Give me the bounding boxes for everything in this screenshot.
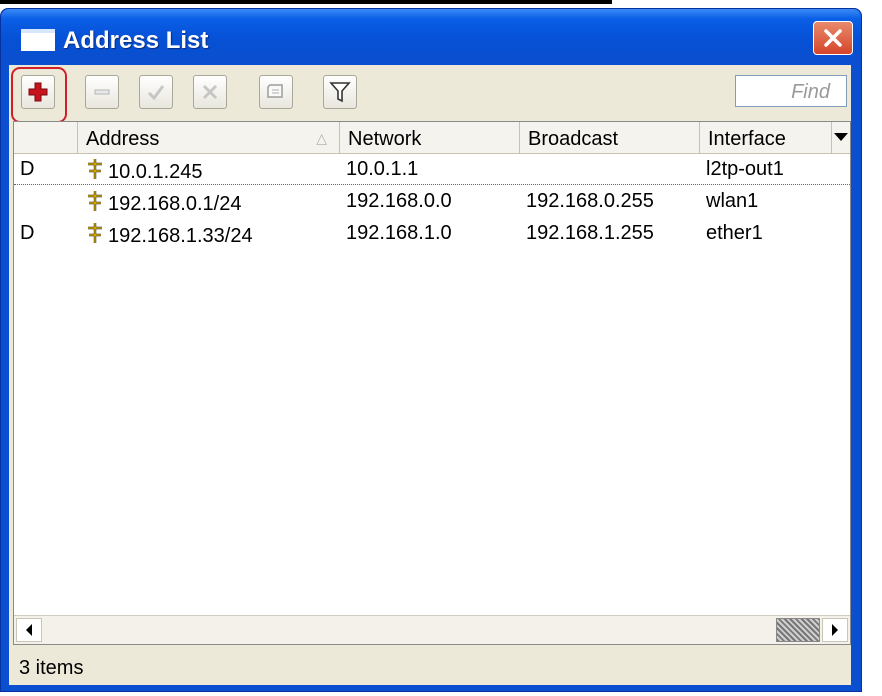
cell-address: 10.0.1.245 xyxy=(78,154,340,186)
status-bar-count: 3 items xyxy=(19,657,84,679)
address-list-window: Address List Find Address △ Network Broa… xyxy=(0,8,862,692)
horizontal-scrollbar[interactable] xyxy=(14,615,850,644)
top-edge-line xyxy=(0,0,612,4)
remove-button[interactable] xyxy=(85,75,119,109)
window-client-area: Find Address △ Network Broadcast Interfa… xyxy=(9,65,851,685)
disable-button[interactable] xyxy=(193,75,227,109)
check-icon xyxy=(147,85,165,101)
window-title: Address List xyxy=(63,27,209,54)
cell-address-text: 192.168.1.33/24 xyxy=(108,225,253,247)
cell-network: 192.168.0.0 xyxy=(346,190,452,212)
add-button[interactable] xyxy=(21,75,55,109)
cell-flag: D xyxy=(20,222,35,244)
cell-broadcast: 192.168.0.255 xyxy=(526,190,654,212)
chevron-down-icon xyxy=(834,133,848,141)
column-chooser-button[interactable] xyxy=(832,122,850,154)
find-input[interactable]: Find xyxy=(735,75,847,107)
cell-flag: D xyxy=(20,158,35,180)
cross-icon xyxy=(202,84,218,100)
scroll-left-button[interactable] xyxy=(16,618,42,642)
cell-broadcast: 192.168.1.255 xyxy=(526,222,654,244)
address-icon xyxy=(88,191,102,211)
filter-icon xyxy=(329,82,351,103)
scroll-thumb[interactable] xyxy=(776,618,820,642)
column-header-broadcast[interactable]: Broadcast xyxy=(520,122,700,154)
column-header-network[interactable]: Network xyxy=(340,122,520,154)
chevron-right-icon xyxy=(832,624,838,636)
minus-icon xyxy=(94,89,110,95)
address-icon xyxy=(88,223,102,243)
cell-address-text: 192.168.0.1/24 xyxy=(108,193,242,215)
cell-interface: ether1 xyxy=(706,222,763,244)
close-button[interactable] xyxy=(813,21,853,55)
row-focus-divider xyxy=(14,184,850,185)
cell-interface: wlan1 xyxy=(706,190,759,212)
table-row[interactable]: D 192.168.1.33/24 192.168.1.0 192.168.1.… xyxy=(14,218,850,250)
close-icon xyxy=(824,29,842,47)
cell-address: 192.168.1.33/24 xyxy=(78,218,340,250)
column-header-address[interactable]: Address △ xyxy=(78,122,340,154)
scroll-right-button[interactable] xyxy=(822,618,848,642)
cell-address: 192.168.0.1/24 xyxy=(78,186,340,218)
add-icon xyxy=(28,82,48,102)
sort-ascending-icon: △ xyxy=(316,130,327,146)
table-row[interactable]: 192.168.0.1/24 192.168.0.0 192.168.0.255… xyxy=(14,186,850,218)
comment-button[interactable] xyxy=(259,75,293,109)
cell-network: 192.168.1.0 xyxy=(346,222,452,244)
title-bar[interactable]: Address List xyxy=(1,9,861,59)
filter-button[interactable] xyxy=(323,75,357,109)
enable-button[interactable] xyxy=(139,75,173,109)
cell-address-text: 10.0.1.245 xyxy=(108,161,203,183)
cell-broadcast xyxy=(520,154,700,186)
chevron-left-icon xyxy=(26,624,32,636)
toolbar: Find xyxy=(9,65,851,123)
window-icon xyxy=(21,29,55,51)
address-icon xyxy=(88,159,102,179)
cell-interface: l2tp-out1 xyxy=(706,158,784,180)
column-header-address-label: Address xyxy=(86,128,160,150)
cell-flag xyxy=(14,186,78,218)
address-table: Address △ Network Broadcast Interface D … xyxy=(13,121,851,645)
comment-icon xyxy=(267,84,283,98)
table-row[interactable]: D 10.0.1.245 10.0.1.1 l2tp-out1 xyxy=(14,154,850,186)
cell-network: 10.0.1.1 xyxy=(346,158,419,180)
column-header-interface[interactable]: Interface xyxy=(700,122,832,154)
column-header-flags[interactable] xyxy=(14,122,78,154)
